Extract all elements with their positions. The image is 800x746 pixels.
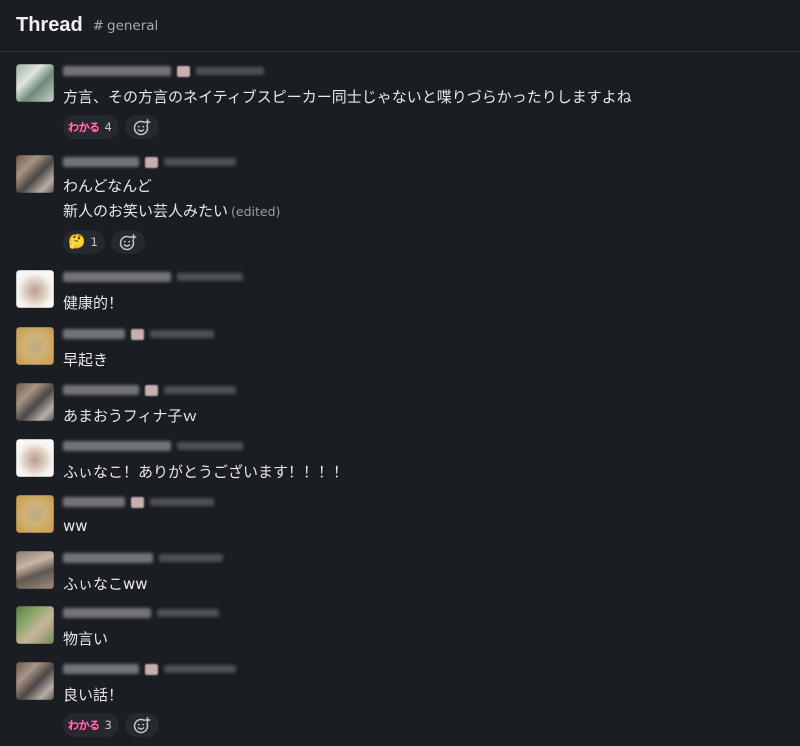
avatar[interactable] bbox=[16, 64, 54, 102]
timestamp[interactable] bbox=[196, 67, 264, 75]
add-reaction-icon bbox=[133, 119, 151, 136]
thread-title: Thread bbox=[16, 14, 83, 36]
timestamp[interactable] bbox=[150, 330, 214, 338]
timestamp[interactable] bbox=[177, 442, 243, 450]
message-meta bbox=[63, 64, 264, 78]
timestamp[interactable] bbox=[164, 665, 236, 673]
thread-header: Thread # general bbox=[0, 0, 800, 52]
timestamp[interactable] bbox=[159, 554, 223, 562]
message-meta bbox=[63, 155, 236, 169]
status-emoji bbox=[177, 65, 190, 77]
avatar[interactable] bbox=[16, 606, 54, 644]
avatar[interactable] bbox=[16, 155, 54, 193]
sender-name[interactable] bbox=[63, 664, 139, 674]
sender-name[interactable] bbox=[63, 272, 171, 282]
message-text: ふぃなこww bbox=[63, 575, 148, 593]
reaction-pill[interactable]: 🤔 1 bbox=[63, 230, 105, 254]
reaction-bar: わかる 3 bbox=[63, 713, 159, 737]
wakaru-emoji-icon: わかる bbox=[68, 720, 100, 732]
avatar[interactable] bbox=[16, 662, 54, 700]
message-text: ふぃなこ！ありがとうございます！！！！ bbox=[63, 463, 349, 481]
timestamp[interactable] bbox=[157, 609, 219, 617]
add-reaction-button[interactable] bbox=[124, 115, 159, 139]
timestamp[interactable] bbox=[150, 498, 214, 506]
wakaru-emoji-icon: わかる bbox=[68, 122, 100, 134]
message-text: 方言、その方言のネイティブスピーカー同士じゃないと喋りづらかったりしますよね bbox=[63, 88, 632, 106]
message-text: ww bbox=[63, 517, 88, 535]
reaction-count: 4 bbox=[104, 120, 112, 134]
avatar[interactable] bbox=[16, 383, 54, 421]
add-reaction-icon bbox=[119, 234, 137, 251]
message-text: 良い話！ bbox=[63, 686, 124, 704]
status-emoji bbox=[145, 663, 158, 675]
message-text-line: 新人のお笑い芸人みたい bbox=[63, 202, 229, 220]
message-meta bbox=[63, 327, 214, 341]
message-text: 新人のお笑い芸人みたい (edited) bbox=[63, 200, 280, 221]
sender-name[interactable] bbox=[63, 157, 139, 167]
message-meta bbox=[63, 606, 219, 620]
reaction-pill[interactable]: わかる 4 bbox=[63, 115, 119, 139]
status-emoji bbox=[145, 384, 158, 396]
thinking-emoji-icon: 🤔 bbox=[68, 234, 86, 250]
message-text: 物言い bbox=[63, 630, 109, 648]
reaction-bar: 🤔 1 bbox=[63, 230, 145, 254]
reaction-count: 1 bbox=[90, 235, 98, 249]
message-text: あまおうフィナ子ｗ bbox=[63, 407, 198, 425]
add-reaction-button[interactable] bbox=[110, 230, 145, 254]
reaction-count: 3 bbox=[104, 718, 112, 732]
add-reaction-icon bbox=[133, 717, 151, 734]
message-meta bbox=[63, 662, 236, 676]
status-emoji bbox=[145, 156, 158, 168]
sender-name[interactable] bbox=[63, 329, 125, 339]
reaction-pill[interactable]: わかる 3 bbox=[63, 713, 119, 737]
timestamp[interactable] bbox=[164, 158, 236, 166]
hash-icon: # bbox=[92, 17, 104, 34]
avatar[interactable] bbox=[16, 327, 54, 365]
timestamp[interactable] bbox=[177, 273, 243, 281]
status-emoji bbox=[131, 328, 144, 340]
avatar[interactable] bbox=[16, 551, 54, 589]
message-text: わんどなんど bbox=[63, 177, 152, 195]
message-meta bbox=[63, 383, 236, 397]
sender-name[interactable] bbox=[63, 385, 139, 395]
message-meta bbox=[63, 495, 214, 509]
sender-name[interactable] bbox=[63, 553, 153, 563]
reaction-bar: わかる 4 bbox=[63, 115, 159, 139]
message-text: 早起き bbox=[63, 351, 109, 369]
channel-name: general bbox=[107, 17, 159, 34]
sender-name[interactable] bbox=[63, 66, 171, 76]
timestamp[interactable] bbox=[164, 386, 236, 394]
sender-name[interactable] bbox=[63, 497, 125, 507]
avatar[interactable] bbox=[16, 439, 54, 477]
message-text: 健康的！ bbox=[63, 294, 124, 312]
status-emoji bbox=[131, 496, 144, 508]
edited-label: (edited) bbox=[231, 204, 281, 219]
sender-name[interactable] bbox=[63, 441, 171, 451]
avatar[interactable] bbox=[16, 270, 54, 308]
channel-link[interactable]: # general bbox=[93, 18, 159, 34]
add-reaction-button[interactable] bbox=[124, 713, 159, 737]
message-meta bbox=[63, 270, 243, 284]
sender-name[interactable] bbox=[63, 608, 151, 618]
avatar[interactable] bbox=[16, 495, 54, 533]
message-meta bbox=[63, 439, 243, 453]
message-meta bbox=[63, 551, 223, 565]
